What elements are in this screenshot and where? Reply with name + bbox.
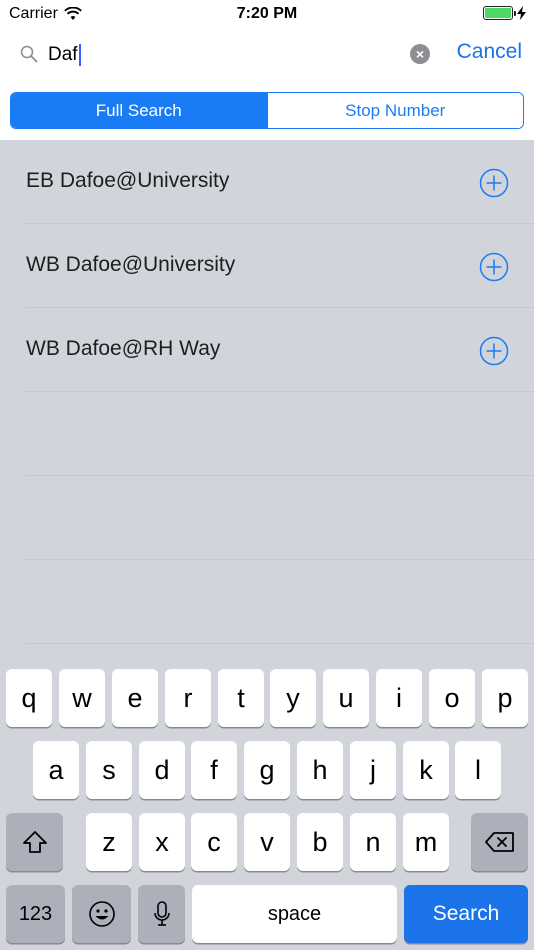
key-q[interactable]: q xyxy=(6,669,52,727)
search-query-wrapper: Daf xyxy=(48,44,81,66)
battery-cap xyxy=(514,11,516,16)
key-e[interactable]: e xyxy=(112,669,158,727)
key-y[interactable]: y xyxy=(270,669,316,727)
key-w[interactable]: w xyxy=(59,669,105,727)
result-label: WB Dafoe@RH Way xyxy=(26,337,221,360)
clear-search-icon[interactable]: × xyxy=(410,44,430,64)
key-f[interactable]: f xyxy=(191,741,237,799)
text-caret xyxy=(78,44,81,66)
key-x[interactable]: x xyxy=(139,813,185,871)
search-icon xyxy=(20,45,38,63)
key-s[interactable]: s xyxy=(86,741,132,799)
list-item[interactable]: EB Dafoe@University xyxy=(26,140,534,224)
add-circle-icon[interactable] xyxy=(479,252,509,282)
emoji-icon xyxy=(88,901,115,927)
search-query-text: Daf xyxy=(48,44,78,65)
search-key[interactable]: Search xyxy=(404,885,528,943)
battery-icon xyxy=(483,6,516,20)
backspace-key[interactable] xyxy=(471,813,528,871)
key-b[interactable]: b xyxy=(297,813,343,871)
cancel-button[interactable]: Cancel xyxy=(457,40,522,64)
space-key[interactable]: space xyxy=(192,885,397,943)
key-a[interactable]: a xyxy=(33,741,79,799)
emoji-key[interactable] xyxy=(72,885,131,943)
empty-row xyxy=(26,392,534,476)
result-label: EB Dafoe@University xyxy=(26,169,230,192)
results-list: EB Dafoe@University WB Dafoe@University … xyxy=(0,140,534,660)
empty-row xyxy=(26,560,534,644)
key-v[interactable]: v xyxy=(244,813,290,871)
key-c[interactable]: c xyxy=(191,813,237,871)
shift-key[interactable] xyxy=(6,813,63,871)
charging-bolt-icon xyxy=(517,6,526,20)
search-header: Daf × Cancel Full Search Stop Number xyxy=(0,28,534,140)
key-r[interactable]: r xyxy=(165,669,211,727)
key-u[interactable]: u xyxy=(323,669,369,727)
key-h[interactable]: h xyxy=(297,741,343,799)
segment-full-search[interactable]: Full Search xyxy=(11,93,267,128)
battery-fill xyxy=(485,8,511,18)
microphone-icon xyxy=(153,901,170,926)
key-d[interactable]: d xyxy=(139,741,185,799)
key-z[interactable]: z xyxy=(86,813,132,871)
key-o[interactable]: o xyxy=(429,669,475,727)
segment-stop-number[interactable]: Stop Number xyxy=(266,93,523,128)
key-j[interactable]: j xyxy=(350,741,396,799)
list-item[interactable]: WB Dafoe@University xyxy=(26,224,534,308)
list-item[interactable]: WB Dafoe@RH Way xyxy=(26,308,534,392)
backspace-icon xyxy=(484,832,514,852)
key-i[interactable]: i xyxy=(376,669,422,727)
key-p[interactable]: p xyxy=(482,669,528,727)
search-mode-segmented-control: Full Search Stop Number xyxy=(10,92,524,129)
add-circle-icon[interactable] xyxy=(479,168,509,198)
status-time: 7:20 PM xyxy=(236,5,298,22)
empty-row xyxy=(26,476,534,560)
status-right xyxy=(483,6,526,20)
key-t[interactable]: t xyxy=(218,669,264,727)
key-m[interactable]: m xyxy=(403,813,449,871)
key-l[interactable]: l xyxy=(455,741,501,799)
add-circle-icon[interactable] xyxy=(479,336,509,366)
result-label: WB Dafoe@University xyxy=(26,253,236,276)
numbers-key[interactable]: 123 xyxy=(6,885,65,943)
shift-icon xyxy=(22,831,47,853)
key-k[interactable]: k xyxy=(403,741,449,799)
status-bar: Carrier 7:20 PM xyxy=(0,0,534,28)
dictation-key[interactable] xyxy=(138,885,185,943)
key-n[interactable]: n xyxy=(350,813,396,871)
keyboard: q w e r t y u i o p a s d f g h j k l z … xyxy=(0,660,534,950)
search-input[interactable]: Daf × xyxy=(10,36,442,72)
key-g[interactable]: g xyxy=(244,741,290,799)
